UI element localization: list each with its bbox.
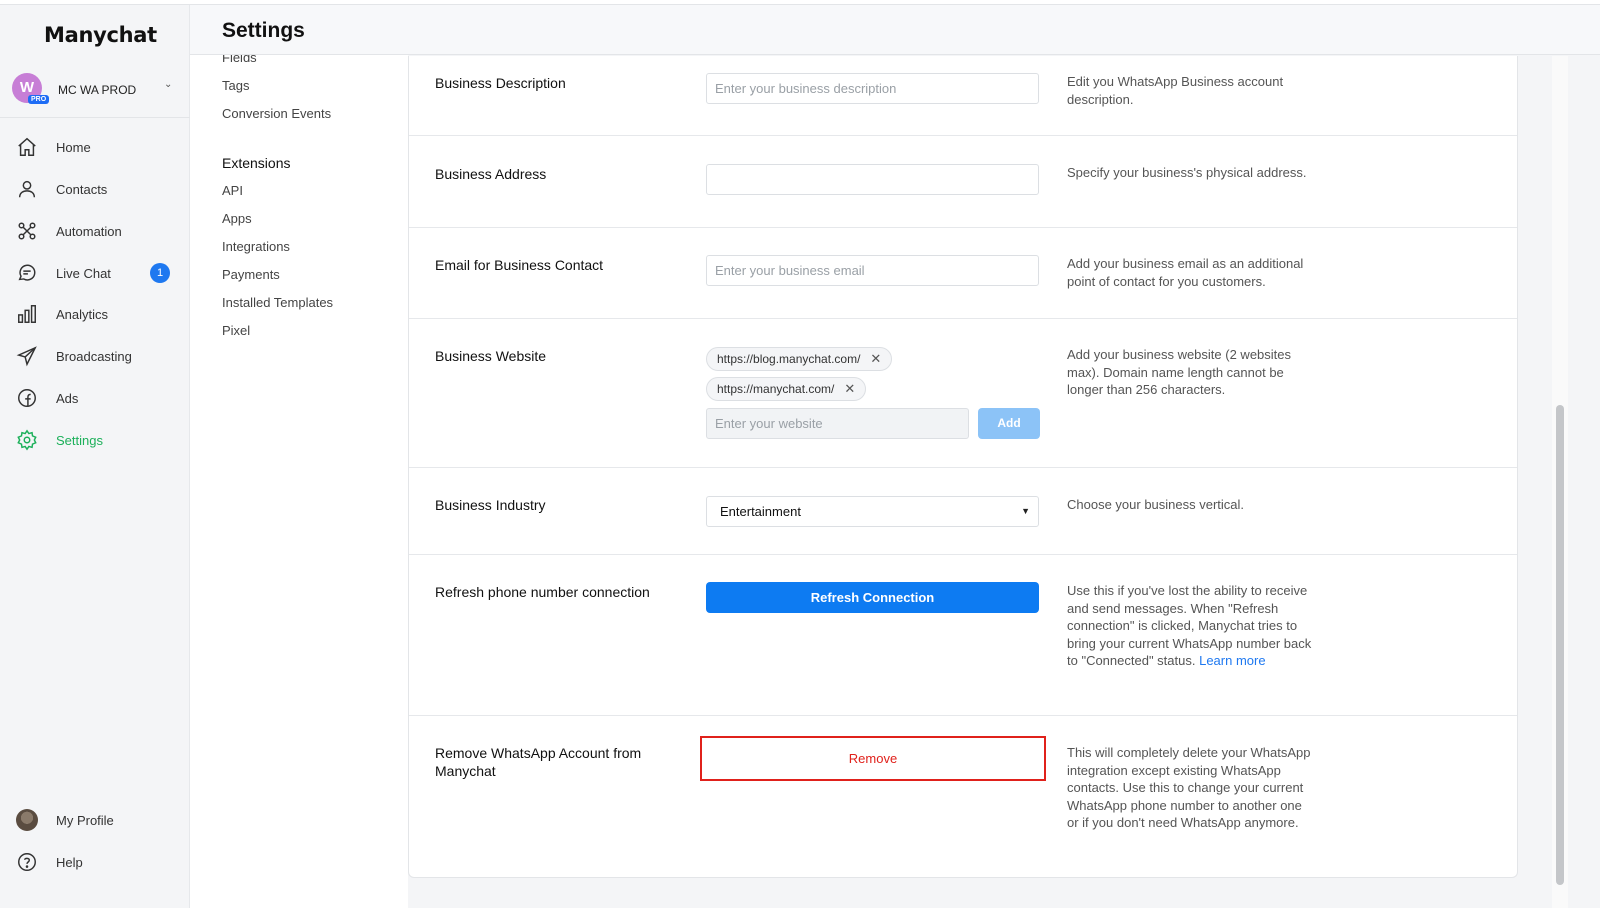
business-description-input[interactable]: Enter your business description	[706, 73, 1039, 104]
business-email-input[interactable]: Enter your business email	[706, 255, 1039, 286]
scrollbar-thumb[interactable]	[1556, 405, 1564, 885]
website-chip: https://manychat.com/ ✕	[706, 377, 867, 401]
nav-item-label: Contacts	[56, 181, 108, 197]
help-icon	[18, 853, 36, 871]
row-help-text: Specify your business's physical address…	[1067, 165, 1307, 180]
row-label: Business Website	[435, 348, 547, 364]
subnav-item-apps[interactable]: Apps	[222, 211, 252, 226]
pro-badge: PRO	[28, 95, 50, 104]
refresh-help-body: Use this if you've lost the ability to r…	[1067, 583, 1312, 668]
row-refresh-connection: Refresh phone number connection Refresh …	[409, 555, 1517, 716]
website-chip: https://blog.manychat.com/ ✕	[706, 347, 893, 371]
nav-item-label: Help	[56, 854, 83, 870]
avatar	[16, 809, 38, 831]
nav-item-my-profile[interactable]: My Profile	[16, 803, 176, 837]
selected-value: Entertainment	[720, 504, 801, 519]
subnav-item-installed-templates[interactable]: Installed Templates	[222, 295, 333, 310]
row-help-text: Add your business website (2 websites ma…	[1067, 347, 1292, 397]
row-business-website: Business Website https://blog.manychat.c…	[409, 319, 1517, 468]
nav-item-label: Home	[56, 139, 91, 155]
subnav-item-integrations[interactable]: Integrations	[222, 239, 290, 254]
nav-item-ads[interactable]: Ads	[16, 381, 176, 415]
nav-item-label: Broadcasting	[56, 348, 132, 364]
send-icon	[16, 346, 37, 367]
business-address-input[interactable]	[706, 164, 1039, 195]
row-business-address: Business Address Specify your business's…	[409, 136, 1517, 228]
nav-item-live-chat[interactable]: Live Chat 1	[16, 256, 176, 290]
page-title: Settings	[222, 19, 305, 42]
close-icon[interactable]: ✕	[870, 348, 881, 370]
nav-item-label: Analytics	[56, 306, 109, 322]
user-icon	[18, 180, 36, 198]
row-help-text: Choose your business vertical.	[1067, 497, 1245, 512]
automation-icon	[18, 222, 36, 240]
main-nav: Manychat W PRO MC WA PROD ⌄ Home Contact…	[0, 5, 190, 908]
nav-divider	[0, 117, 190, 118]
manychat-logo[interactable]: Manychat	[44, 23, 157, 47]
row-help-text: This will completely delete your WhatsAp…	[1067, 745, 1311, 830]
gear-icon	[17, 429, 37, 451]
row-help-text: Add your business email as an additional…	[1067, 256, 1304, 289]
nav-item-home[interactable]: Home	[16, 130, 176, 164]
chevron-down-icon: ⌄	[164, 79, 173, 90]
chat-icon	[18, 264, 36, 281]
nav-item-label: Ads	[56, 390, 79, 406]
website-chip-text: https://manychat.com/	[717, 382, 835, 396]
website-chip-text: https://blog.manychat.com/	[717, 352, 861, 366]
nav-item-help[interactable]: Help	[16, 845, 176, 879]
close-icon[interactable]: ✕	[844, 378, 855, 400]
subnav-item-payments[interactable]: Payments	[222, 267, 280, 282]
nav-item-analytics[interactable]: Analytics	[16, 297, 176, 331]
subnav-item-conversion-events[interactable]: Conversion Events	[222, 106, 331, 121]
home-icon	[18, 137, 36, 156]
nav-item-label: My Profile	[56, 812, 114, 828]
subnav-item-pixel[interactable]: Pixel	[222, 323, 250, 338]
row-business-email: Email for Business Contact Enter your bu…	[409, 228, 1517, 319]
row-label: Business Industry	[435, 497, 546, 513]
subnav-heading-extensions: Extensions	[222, 155, 291, 171]
row-business-industry: Business Industry Entertainment ▼ Choose…	[409, 468, 1517, 555]
learn-more-link[interactable]: Learn more	[1199, 653, 1265, 668]
refresh-connection-button[interactable]: Refresh Connection	[706, 582, 1039, 613]
page-header: Settings	[190, 5, 1600, 55]
row-help-text: Use this if you've lost the ability to r…	[1067, 582, 1317, 670]
account-switcher[interactable]: W PRO MC WA PROD ⌄	[12, 71, 180, 111]
settings-subnav	[190, 5, 408, 908]
nav-item-broadcasting[interactable]: Broadcasting	[16, 339, 176, 373]
account-name: MC WA PROD	[58, 83, 137, 97]
row-help-text: Edit you WhatsApp Business account descr…	[1067, 74, 1284, 107]
row-label: Business Address	[435, 166, 547, 182]
row-label: Email for Business Contact	[435, 257, 604, 273]
business-industry-select[interactable]: Entertainment ▼	[706, 496, 1039, 527]
nav-item-automation[interactable]: Automation	[16, 214, 176, 248]
website-input[interactable]: Enter your website	[706, 408, 969, 439]
nav-item-label: Settings	[56, 432, 103, 448]
nav-item-label: Live Chat	[56, 265, 111, 281]
ads-icon	[18, 389, 36, 407]
nav-item-settings[interactable]: Settings	[16, 423, 176, 457]
row-label: Remove WhatsApp Account from Manychat	[435, 745, 642, 779]
row-remove-account: Remove WhatsApp Account from Manychat Re…	[409, 716, 1517, 876]
caret-down-icon: ▼	[1021, 506, 1030, 516]
settings-panel: Business Description Enter your business…	[408, 56, 1518, 878]
remove-account-button[interactable]: Remove	[700, 736, 1046, 781]
nav-item-contacts[interactable]: Contacts	[16, 172, 176, 206]
row-label: Refresh phone number connection	[435, 584, 650, 600]
subnav-item-api[interactable]: API	[222, 183, 243, 198]
row-business-description: Business Description Enter your business…	[409, 56, 1517, 136]
add-website-button[interactable]: Add	[978, 408, 1040, 439]
row-label: Business Description	[435, 75, 566, 91]
bar-chart-icon	[18, 305, 36, 323]
nav-item-label: Automation	[56, 223, 122, 239]
unread-badge: 1	[150, 263, 170, 283]
subnav-item-tags[interactable]: Tags	[222, 78, 249, 93]
app-root: Manychat W PRO MC WA PROD ⌄ Home Contact…	[0, 0, 1600, 908]
